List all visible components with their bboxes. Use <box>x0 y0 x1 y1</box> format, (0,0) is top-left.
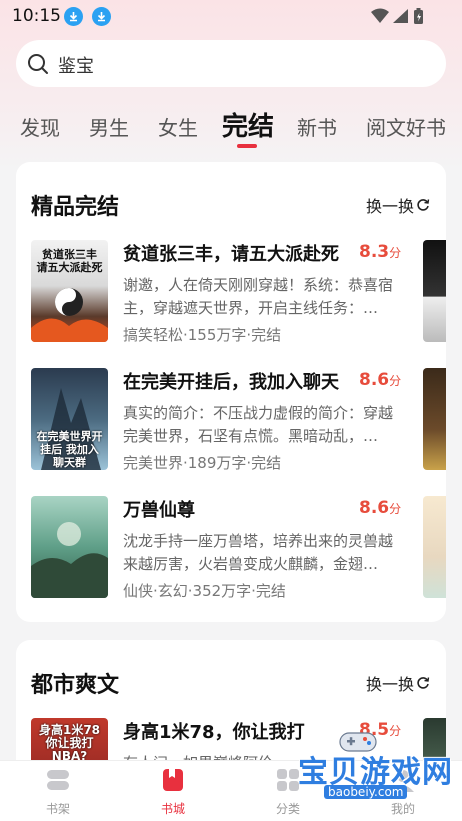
book-score: 8.6分 <box>359 370 402 390</box>
book-meta: 完美世界·189万字·完结 <box>123 454 282 472</box>
section-premium-completed: 精品完结 换一换 贫道张三丰 请五大派赴死 贫道张三丰，请五大派赴死 8.3分 … <box>16 162 446 622</box>
nav-bookshelf[interactable]: 书架 <box>28 767 88 817</box>
nav-label: 书架 <box>45 802 70 816</box>
search-icon <box>28 54 48 74</box>
book-icon <box>163 769 183 791</box>
next-book-cover-peek[interactable] <box>423 496 446 598</box>
refresh-label: 换一换 <box>365 197 414 216</box>
book-score: 8.3分 <box>359 242 402 262</box>
book-title: 身高1米78，你让我打 <box>123 722 305 743</box>
book-item[interactable]: 贫道张三丰 请五大派赴死 贫道张三丰，请五大派赴死 8.3分 谢邀，人在倚天刚刚… <box>31 240 446 350</box>
book-title: 万兽仙尊 <box>123 500 195 521</box>
book-item[interactable]: 在完美世界开挂后 我加入聊天群 在完美开挂后，我加入聊天 8.6分 真实的简介：… <box>31 368 446 478</box>
signal-icon <box>393 9 408 23</box>
cover-title: 贫道张三丰 请五大派赴死 <box>36 248 103 274</box>
refresh-label: 换一换 <box>365 675 414 694</box>
bookshelf-icon <box>47 770 69 790</box>
status-time: 10:15 <box>12 6 61 26</box>
cover-title: 在完美世界开挂后 我加入聊天群 <box>36 430 103 469</box>
category-tabs: 发现 男生 女生 完结 新书 阅文好书 <box>0 104 462 152</box>
search-input[interactable]: 鉴宝 <box>16 40 446 87</box>
search-placeholder: 鉴宝 <box>58 56 94 77</box>
download-icon <box>64 7 83 26</box>
book-title: 贫道张三丰，请五大派赴死 <box>123 244 339 265</box>
book-description: 沈龙手持一座万兽塔，培养出来的灵兽越来越厉害，火岩兽变成火麒麟，金翅… <box>123 532 394 573</box>
refresh-button[interactable]: 换一换 <box>366 193 430 217</box>
refresh-button[interactable]: 换一换 <box>366 671 430 695</box>
book-description: 谢邀，人在倚天刚刚穿越！系统：恭喜宿主，穿越遮天世界，开启主线任务：… <box>123 276 394 317</box>
book-meta: 仙侠·玄幻·352万字·完结 <box>123 582 286 600</box>
nav-bookstore[interactable]: 书城 <box>143 767 203 817</box>
nav-label: 书城 <box>160 802 185 816</box>
tab-new-books[interactable]: 新书 <box>297 112 337 141</box>
refresh-icon <box>417 199 430 211</box>
tab-discover[interactable]: 发现 <box>20 112 60 141</box>
next-book-cover-peek[interactable] <box>423 240 446 342</box>
book-cover: 在完美世界开挂后 我加入聊天群 <box>31 368 108 470</box>
book-cover <box>31 496 108 598</box>
refresh-icon <box>417 677 430 689</box>
watermark-url: baobeiy.com <box>324 785 408 799</box>
book-cover: 贫道张三丰 请五大派赴死 <box>31 240 108 342</box>
tab-yuewen-picks[interactable]: 阅文好书 <box>366 112 446 141</box>
status-bar: 10:15 <box>0 0 462 32</box>
active-tab-indicator <box>237 144 257 148</box>
tab-male[interactable]: 男生 <box>89 112 129 141</box>
download-icon <box>92 7 111 26</box>
book-description: 真实的简介：不压战力虚假的简介：穿越完美世界，石坚有点慌。黑暗动乱，… <box>123 404 394 445</box>
section-title: 都市爽文 <box>31 673 120 698</box>
book-item[interactable]: 万兽仙尊 8.6分 沈龙手持一座万兽塔，培养出来的灵兽越来越厉害，火岩兽变成火麒… <box>31 496 446 606</box>
battery-icon <box>414 8 423 24</box>
book-title: 在完美开挂后，我加入聊天 <box>123 372 339 393</box>
watermark-logo: 宝贝游戏网 baobeiy.com <box>280 732 460 805</box>
section-title: 精品完结 <box>31 195 120 220</box>
next-book-cover-peek[interactable] <box>423 368 446 470</box>
book-meta: 搞笑轻松·155万字·完结 <box>123 326 282 344</box>
book-score: 8.6分 <box>359 498 402 518</box>
tab-female[interactable]: 女生 <box>158 112 198 141</box>
tab-completed[interactable]: 完结 <box>222 106 274 143</box>
cover-title: 身高1米78 你让我打NBA? <box>38 723 101 763</box>
system-icons <box>370 6 432 30</box>
wifi-icon <box>371 8 389 23</box>
